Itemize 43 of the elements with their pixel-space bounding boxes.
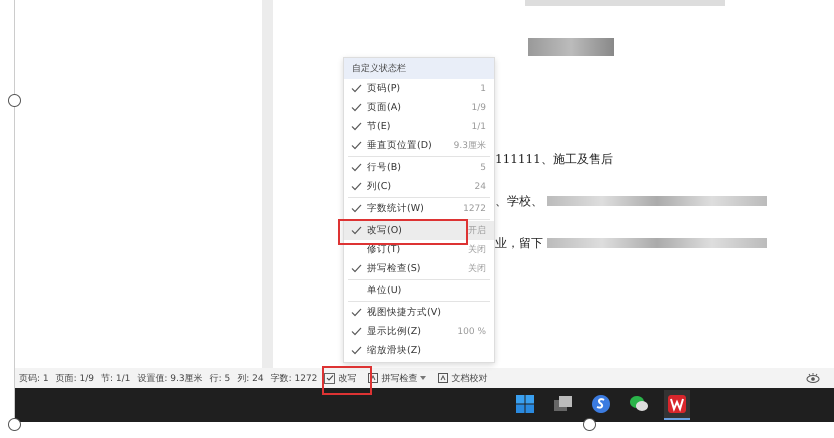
document-text: 、学校、	[495, 192, 543, 210]
menu-item[interactable]: 缩放滑块(Z)	[344, 341, 494, 360]
eye-icon[interactable]	[806, 372, 820, 384]
status-field: 列: 24	[237, 372, 264, 384]
menu-item[interactable]: 页面(A) 1/9	[344, 98, 494, 117]
s-logo-icon	[592, 395, 610, 413]
active-taskbar-app[interactable]	[664, 390, 690, 420]
selection-handle[interactable]	[8, 94, 21, 107]
document-text: 111111、施工及售后	[495, 150, 613, 168]
menu-item[interactable]: 列(C) 24	[344, 177, 494, 196]
selection-handle[interactable]	[583, 418, 596, 431]
status-field: 页面: 1/9	[56, 372, 94, 384]
caret-icon	[420, 376, 426, 380]
document-icon	[368, 373, 378, 383]
checkbox[interactable]	[324, 372, 336, 384]
selection-handle[interactable]	[8, 418, 21, 431]
status-toggle[interactable]: 改写	[324, 372, 356, 384]
menu-item[interactable]: 修订(T) 关闭	[344, 240, 494, 259]
menu-item[interactable]: 视图快捷方式(V)	[344, 303, 494, 322]
menu-title: 自定义状态栏	[344, 58, 494, 79]
chat-bubbles-icon	[629, 395, 649, 413]
status-field: 行: 5	[210, 372, 230, 384]
windows-icon	[516, 395, 534, 413]
status-field: 节: 1/1	[101, 372, 130, 384]
highlight-frame	[322, 366, 372, 395]
menu-item[interactable]: 单位(U)	[344, 281, 494, 300]
spellcheck-dropdown[interactable]: 拼写检查	[368, 372, 426, 384]
document-icon	[438, 373, 448, 383]
w-logo-icon	[668, 395, 686, 413]
menu-item[interactable]: 垂直页位置(D) 9.3厘米	[344, 136, 494, 155]
menu-item[interactable]: 节(E) 1/1	[344, 117, 494, 136]
menu-item[interactable]: 显示比例(Z) 100 %	[344, 322, 494, 341]
menu-item[interactable]: 页码(P) 1	[344, 79, 494, 98]
status-field: 设置值: 9.3厘米	[137, 372, 203, 384]
menu-item[interactable]: 拼写检查(S) 关闭	[344, 259, 494, 278]
status-field: 页码: 1	[19, 372, 49, 384]
menu-item[interactable]: 行号(B) 5	[344, 158, 494, 177]
status-field: 字数: 1272	[270, 372, 318, 384]
proofread-button[interactable]: 文档校对	[438, 372, 488, 384]
document-text: 业，留下	[495, 234, 543, 252]
gallery-icon	[554, 396, 572, 412]
menu-item[interactable]: 改写(O) 开启	[344, 221, 494, 240]
menu-item[interactable]: 字数统计(W) 1272	[344, 199, 494, 218]
